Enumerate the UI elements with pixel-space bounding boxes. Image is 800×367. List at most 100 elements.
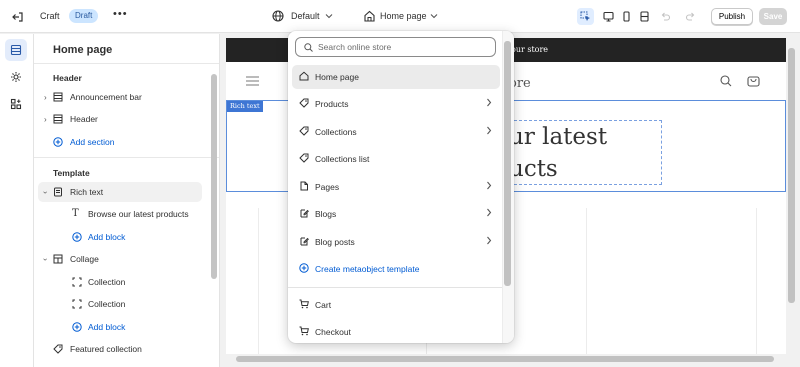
publish-button[interactable]: Publish — [711, 8, 753, 25]
menu-item-create-metaobject-template[interactable]: Create metaobject template — [292, 257, 500, 281]
menu-item-label: Blog posts — [315, 237, 355, 247]
page-title: Home page — [53, 44, 113, 56]
menu-icon[interactable] — [246, 76, 259, 86]
menu-item-blog-posts[interactable]: Blog posts — [292, 230, 500, 254]
chevron-down-icon[interactable]: › — [41, 191, 50, 194]
section-label: Announcement bar — [70, 92, 142, 102]
text-icon: T — [72, 208, 79, 219]
menu-item-pages[interactable]: Pages — [292, 175, 500, 199]
plus-circle-icon — [53, 137, 63, 147]
menu-item-home-page[interactable]: Home page — [292, 65, 500, 89]
tag-icon — [299, 98, 309, 108]
redo-icon[interactable] — [682, 8, 699, 25]
chevron-right-icon[interactable]: › — [44, 93, 47, 102]
section-tag: Rich text — [227, 101, 263, 112]
menu-item-cart[interactable]: Cart — [292, 293, 500, 317]
cart-icon[interactable] — [747, 74, 760, 87]
menu-item-collections[interactable]: Collections — [292, 120, 500, 144]
theme-settings-icon[interactable] — [5, 66, 27, 88]
sections-icon[interactable] — [5, 39, 27, 61]
sections-sidebar: Home page Header › Announcement bar › He… — [34, 34, 220, 367]
undo-icon[interactable] — [657, 8, 674, 25]
section-label: Featured collection — [70, 344, 142, 354]
section-icon — [53, 114, 63, 124]
chevron-right-icon[interactable]: › — [44, 115, 47, 124]
mobile-view-icon[interactable] — [618, 8, 635, 25]
section-featured-collection[interactable]: Featured collection — [34, 339, 210, 359]
left-rail — [0, 34, 34, 367]
exit-icon[interactable] — [11, 10, 25, 24]
draft-badge: Draft — [69, 9, 99, 23]
block-collection[interactable]: Collection — [34, 294, 210, 314]
section-header[interactable]: › Header — [34, 109, 210, 129]
inspector-icon[interactable] — [577, 8, 594, 25]
context-selector[interactable]: Default — [291, 11, 320, 21]
block-label: Collection — [88, 277, 126, 287]
block-label: Browse our latest products — [88, 209, 189, 219]
block-collection[interactable]: Collection — [34, 272, 210, 292]
top-bar: Craft Draft ••• Default Home page Publis… — [0, 0, 800, 33]
add-block-label: Add block — [88, 232, 126, 242]
full-width-icon[interactable] — [636, 8, 653, 25]
chevron-down-icon[interactable] — [325, 13, 333, 19]
heading-line: ur latest — [509, 124, 608, 150]
section-label: Rich text — [70, 187, 104, 197]
section-rich-text[interactable]: › Rich text — [38, 182, 202, 202]
menu-item-label: Pages — [315, 182, 340, 192]
collage-column — [586, 208, 587, 355]
save-button[interactable]: Save — [759, 8, 787, 25]
menu-item-collections-list[interactable]: Collections list — [292, 147, 500, 171]
add-block-button[interactable]: Add block — [34, 227, 210, 247]
app-embeds-icon[interactable] — [5, 93, 27, 115]
cart-icon — [299, 299, 309, 309]
section-label: Header — [70, 114, 98, 124]
blog-icon — [299, 236, 309, 246]
section-announcement-bar[interactable]: › Announcement bar — [34, 87, 210, 107]
globe-icon[interactable] — [272, 10, 284, 22]
page-selector-dropdown: Home page Products Collections Collectio… — [288, 31, 514, 343]
divider — [34, 63, 219, 64]
chevron-down-icon[interactable] — [430, 13, 438, 19]
section-icon — [53, 254, 63, 264]
chevron-right-icon — [486, 126, 492, 135]
preview-horizontal-thumb[interactable] — [236, 356, 774, 362]
menu-item-label: Collections — [315, 127, 357, 137]
plus-circle-icon — [299, 263, 309, 273]
chevron-right-icon — [486, 98, 492, 107]
section-icon — [53, 92, 63, 102]
dropdown-scroll-thumb[interactable] — [504, 41, 511, 286]
page-selector[interactable]: Home page — [380, 11, 427, 21]
chevron-right-icon — [486, 181, 492, 190]
search-input[interactable] — [318, 41, 488, 53]
blog-icon — [299, 208, 309, 218]
add-block-button[interactable]: Add block — [34, 317, 210, 337]
add-section-button[interactable]: Add section — [34, 132, 210, 152]
menu-item-blogs[interactable]: Blogs — [292, 202, 500, 226]
announcement-text: our store — [511, 45, 549, 54]
chevron-right-icon — [486, 208, 492, 217]
add-block-label: Add block — [88, 322, 126, 332]
section-collage[interactable]: › Collage — [34, 249, 210, 269]
rich-text-heading: ur latest ucts — [509, 121, 689, 185]
tag-icon — [53, 344, 63, 354]
search-field[interactable] — [295, 37, 496, 57]
more-actions-button[interactable]: ••• — [113, 8, 128, 20]
block-heading[interactable]: T Browse our latest products — [34, 204, 210, 224]
plus-circle-icon — [72, 322, 82, 332]
search-icon[interactable] — [720, 75, 732, 87]
chevron-down-icon[interactable]: › — [41, 258, 50, 261]
menu-item-label: Cart — [315, 300, 332, 310]
sidebar-scrollbar[interactable] — [211, 74, 217, 279]
header-group-label: Header — [53, 73, 82, 83]
divider — [34, 157, 219, 158]
menu-item-products[interactable]: Products — [292, 92, 500, 116]
home-icon[interactable] — [364, 10, 375, 22]
preview-vertical-thumb[interactable] — [788, 48, 795, 303]
home-icon — [299, 71, 309, 81]
desktop-view-icon[interactable] — [600, 8, 617, 25]
menu-item-label: Create metaobject template — [315, 264, 420, 274]
menu-item-checkout[interactable]: Checkout — [292, 320, 500, 343]
page-icon — [299, 181, 309, 191]
block-label: Collection — [88, 299, 126, 309]
chevron-right-icon — [486, 236, 492, 245]
